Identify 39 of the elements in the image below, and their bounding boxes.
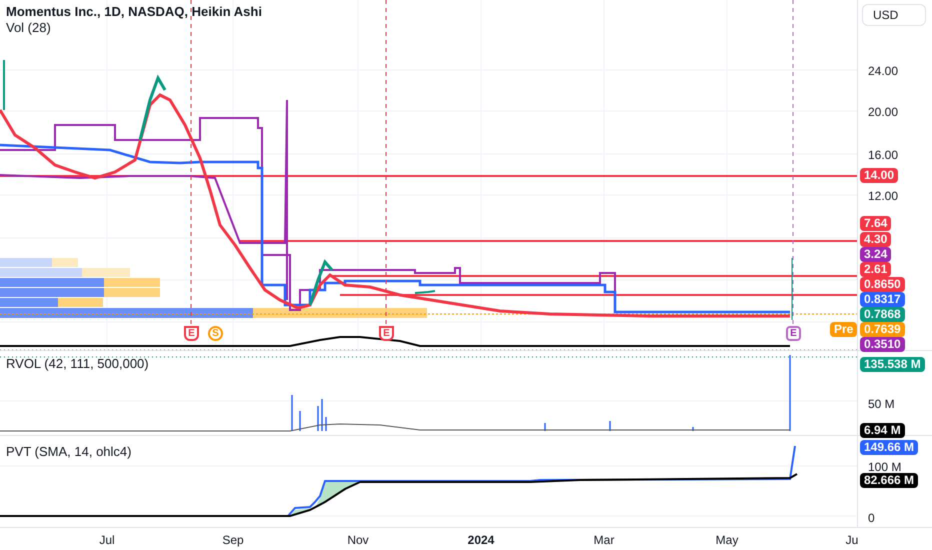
time-axis-label: Jul: [99, 532, 115, 549]
axis-tick: 0: [868, 510, 875, 527]
price-label: 0.7639: [860, 322, 905, 337]
pvt-indicator-label: PVT (SMA, 14, ohlc4): [6, 443, 132, 461]
chart-title: Momentus Inc., 1D, NASDAQ, Heikin Ashi: [6, 4, 262, 20]
time-axis-label: Sep: [222, 532, 244, 549]
price-label: 0.3510: [860, 337, 905, 352]
price-label: 7.64: [860, 216, 892, 231]
price-label: 2.61: [860, 262, 892, 277]
axis-tick: 50 M: [868, 396, 895, 413]
volume-indicator-label: Vol (28): [6, 20, 52, 36]
split-marker[interactable]: S: [208, 326, 223, 341]
earnings-marker[interactable]: E: [786, 326, 801, 341]
axis-tick: 20.00: [868, 104, 898, 121]
rvol-indicator-label: RVOL (42, 111, 500,000): [6, 355, 149, 373]
price-label: 14.00: [860, 168, 898, 183]
time-axis-label: May: [716, 532, 738, 549]
time-axis-label: Ju: [846, 532, 858, 549]
price-label: 135.538 M: [860, 357, 925, 372]
price-label: 0.8317: [860, 292, 905, 307]
axis-tick: 16.00: [868, 147, 898, 164]
pvt-fill-area: [290, 481, 360, 516]
earnings-marker[interactable]: E: [184, 326, 199, 341]
price-label: 0.8650: [860, 277, 905, 292]
price-label: 149.66 M: [860, 440, 918, 455]
earnings-marker[interactable]: E: [379, 326, 394, 341]
axis-tick: 100 M: [868, 459, 902, 476]
premarket-tag: Pre: [830, 322, 858, 337]
price-label: 0.7868: [860, 307, 905, 322]
time-axis-label: Mar: [594, 532, 614, 549]
price-label: 82.666 M: [860, 473, 918, 488]
time-axis-label: Nov: [347, 532, 369, 549]
price-label: 3.24: [860, 247, 892, 262]
currency-button[interactable]: USD: [862, 4, 926, 26]
axis-tick: 12.00: [868, 188, 898, 205]
price-label: 4.30: [860, 232, 892, 247]
axis-tick: 24.00: [868, 63, 898, 80]
price-label: 6.94 M: [860, 423, 905, 438]
time-axis-label: 2024: [468, 532, 494, 549]
